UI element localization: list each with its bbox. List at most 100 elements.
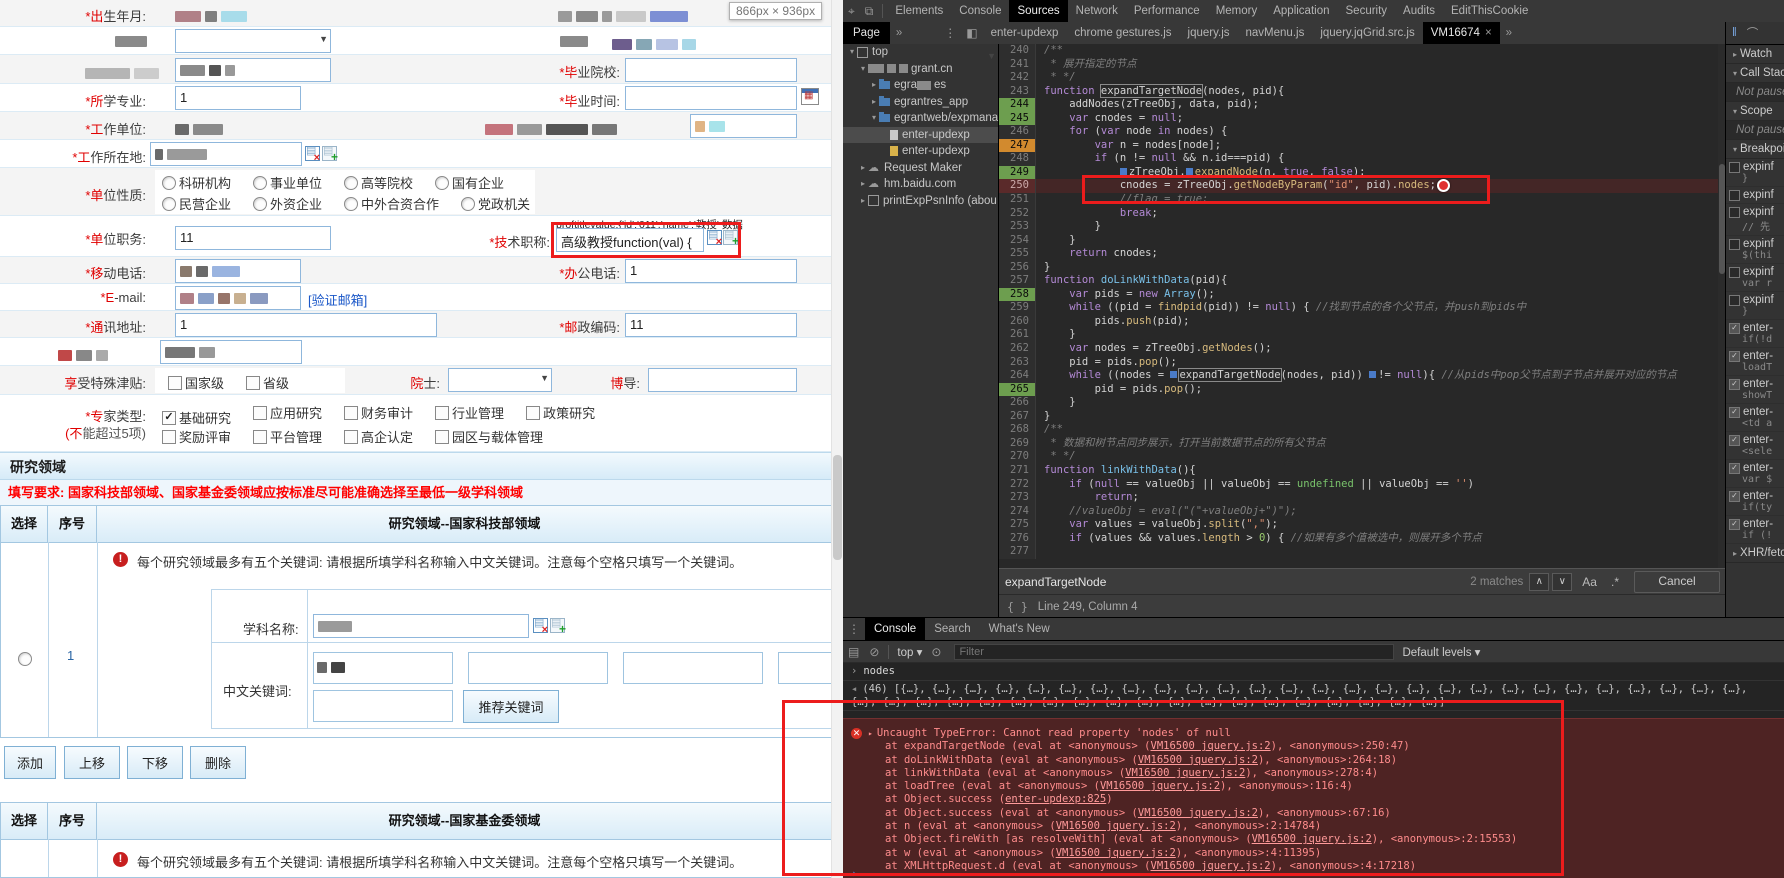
code-line-242[interactable]: 242 * */: [999, 71, 1726, 85]
code-line-277[interactable]: 277: [999, 545, 1726, 559]
search-prev-icon[interactable]: ∧: [1529, 573, 1549, 591]
line-number[interactable]: 248: [999, 152, 1036, 166]
breakpoint-checkbox[interactable]: [1729, 239, 1740, 250]
checkbox-option[interactable]: 奖励评审: [162, 427, 231, 446]
unit-duty-input[interactable]: 11: [175, 226, 331, 250]
scope-section[interactable]: ▾Scope: [1726, 102, 1784, 121]
stack-link[interactable]: VM16500 jquery.js:2: [1056, 820, 1176, 832]
code-line-264[interactable]: 264 while ((nodes = expandTargetNode(nod…: [999, 369, 1726, 383]
code-line-240[interactable]: 240/**: [999, 44, 1726, 58]
work-location-input[interactable]: [150, 142, 302, 166]
code-line-247[interactable]: 247 var n = nodes[node];: [999, 139, 1726, 153]
checkbox-option[interactable]: 园区与载体管理: [435, 427, 543, 446]
breakpoint-item[interactable]: expinfvar r: [1726, 264, 1784, 292]
inspect-element-icon[interactable]: ⌖: [848, 4, 855, 19]
nav-item-egrantweb-expmana[interactable]: ▾egrantweb/expmana: [843, 110, 998, 127]
devtools-tab-elements[interactable]: Elements: [887, 0, 951, 22]
line-number[interactable]: 255: [999, 247, 1036, 261]
line-number[interactable]: 241: [999, 58, 1036, 72]
table1-row-radio[interactable]: [18, 652, 32, 666]
breakpoint-checkbox[interactable]: [1729, 295, 1740, 306]
checkbox-option[interactable]: 政策研究: [526, 403, 595, 422]
line-number[interactable]: 268: [999, 423, 1036, 437]
breakpoint-checkbox[interactable]: [1729, 162, 1740, 173]
code-line-255[interactable]: 255 return cnodes;: [999, 247, 1726, 261]
code-line-261[interactable]: 261 }: [999, 328, 1726, 342]
checkbox-option[interactable]: 应用研究: [253, 403, 322, 422]
breakpoint-checkbox[interactable]: [1729, 379, 1740, 390]
console-sidebar-icon[interactable]: ▤: [848, 645, 859, 659]
search-query[interactable]: expandTargetNode: [1005, 575, 1470, 589]
code-line-271[interactable]: 271function linkWithData(){: [999, 464, 1726, 478]
radio-option[interactable]: 高等院校: [344, 173, 413, 192]
doctoral-input[interactable]: [648, 368, 797, 392]
code-line-259[interactable]: 259 while ((pid = findpid(pid)) != null)…: [999, 301, 1726, 315]
breakpoint-item[interactable]: enter-showT: [1726, 376, 1784, 404]
action-button-上移[interactable]: 上移: [64, 746, 120, 779]
breakpoint-checkbox[interactable]: [1729, 407, 1740, 418]
editor-tab[interactable]: chrome gestures.js: [1066, 22, 1179, 44]
grad-school-input[interactable]: [625, 58, 797, 82]
subject-name-input[interactable]: [313, 614, 529, 638]
line-number[interactable]: 250: [999, 179, 1036, 193]
code-line-267[interactable]: 267}: [999, 410, 1726, 424]
clear-console-icon[interactable]: ⊘: [869, 645, 879, 659]
code-line-252[interactable]: 252 break;: [999, 207, 1726, 221]
breakpoint-checkbox[interactable]: [1729, 435, 1740, 446]
line-number[interactable]: 269: [999, 437, 1036, 451]
major-input[interactable]: 1: [175, 86, 301, 110]
devtools-tab-editthiscookie[interactable]: EditThisCookie: [1443, 0, 1536, 22]
code-line-244[interactable]: 244 addNodes(zTreeObj, data, pid);: [999, 98, 1726, 112]
tech-title-clear-icon[interactable]: [707, 230, 722, 245]
radio-icon[interactable]: [344, 176, 358, 190]
subject-clear-icon[interactable]: [533, 618, 548, 633]
search-cancel-button[interactable]: Cancel: [1634, 571, 1720, 593]
keyword-input-5[interactable]: [313, 690, 453, 722]
devtools-tab-application[interactable]: Application: [1265, 0, 1337, 22]
breakpoint-item[interactable]: enter-<sele: [1726, 432, 1784, 460]
watch-section[interactable]: ▸Watch: [1726, 45, 1784, 64]
line-number[interactable]: 251: [999, 193, 1036, 207]
line-number[interactable]: 270: [999, 450, 1036, 464]
redacted-input-3[interactable]: [160, 340, 302, 364]
devtools-tab-security[interactable]: Security: [1338, 0, 1396, 22]
breakpoint-item[interactable]: expinf: [1726, 187, 1784, 204]
stack-link[interactable]: VM16500 jquery.js:2: [1125, 767, 1245, 779]
code-line-241[interactable]: 241 * 展开指定的节点: [999, 58, 1726, 72]
checkbox-option[interactable]: 省级: [246, 373, 289, 392]
editor-tab[interactable]: jquery.jqGrid.src.js: [1312, 22, 1422, 44]
line-number[interactable]: 263: [999, 356, 1036, 370]
line-number[interactable]: 253: [999, 220, 1036, 234]
action-button-下移[interactable]: 下移: [127, 746, 183, 779]
radio-icon[interactable]: [162, 197, 176, 211]
call-stack-section[interactable]: ▾Call Stack: [1726, 64, 1784, 83]
breakpoint-item[interactable]: enter-if(ty: [1726, 488, 1784, 516]
checkbox-option[interactable]: 国家级: [168, 373, 224, 392]
console-result[interactable]: ◂(46) [{…}, {…}, {…}, {…}, {…}, {…}, {…}…: [843, 681, 1784, 711]
stack-link[interactable]: VM16500 jquery.js:2: [1138, 807, 1258, 819]
line-number[interactable]: 260: [999, 315, 1036, 329]
code-line-272[interactable]: 272 if (null == valueObj || valueObj == …: [999, 478, 1726, 492]
checkbox-option[interactable]: 基础研究: [162, 408, 231, 427]
code-line-276[interactable]: 276 if (values && values.length > 0) { /…: [999, 532, 1726, 546]
recommend-keywords-button[interactable]: 推荐关键词: [463, 690, 559, 723]
radio-option[interactable]: 科研机构: [162, 173, 231, 192]
code-line-265[interactable]: 265 pid = pids.pop();: [999, 383, 1726, 397]
code-line-253[interactable]: 253 }: [999, 220, 1726, 234]
code-line-263[interactable]: 263 pid = pids.pop();: [999, 356, 1726, 370]
line-number[interactable]: 261: [999, 328, 1036, 342]
nav-item-enter-updexp[interactable]: enter-updexp: [843, 143, 998, 160]
breakpoint-item[interactable]: expinf}: [1726, 159, 1784, 187]
breakpoint-checkbox[interactable]: [1729, 267, 1740, 278]
breakpoint-checkbox[interactable]: [1729, 519, 1740, 530]
checkbox-option[interactable]: 行业管理: [435, 403, 504, 422]
nav-item-top[interactable]: ▾top: [843, 44, 998, 61]
devtools-tab-performance[interactable]: Performance: [1126, 0, 1208, 22]
checkbox-option[interactable]: 财务审计: [344, 403, 413, 422]
nav-item-egrantres-app[interactable]: ▸egrantres_app: [843, 94, 998, 111]
line-number[interactable]: 274: [999, 505, 1036, 519]
checkbox-icon[interactable]: [526, 406, 540, 420]
grad-time-input[interactable]: [625, 86, 797, 110]
line-number[interactable]: 256: [999, 261, 1036, 275]
nav-item-enter-updexp[interactable]: enter-updexp: [843, 127, 998, 144]
